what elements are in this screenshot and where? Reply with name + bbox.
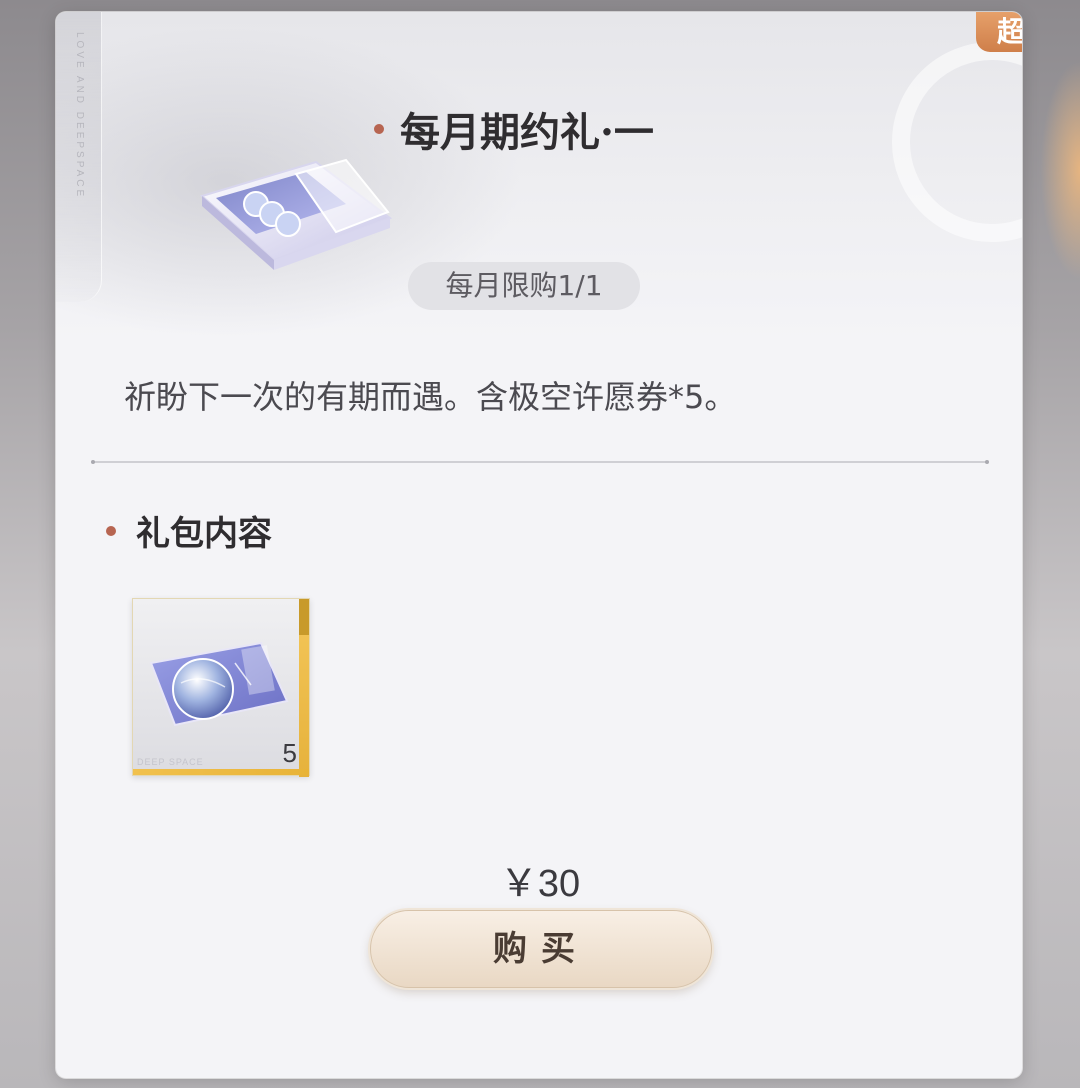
pack-title-row: 每月期约礼·一 [374, 100, 654, 158]
super-value-badge: 超值 [976, 12, 1022, 52]
pack-description: 祈盼下一次的有期而遇。含极空许愿券*5。 [124, 378, 737, 416]
item-card-wish-ticket[interactable]: DEEP SPACE 5 [132, 598, 310, 777]
side-brand-text: LOVE AND DEEPSPACE [74, 32, 85, 200]
rarity-bottom-bar [133, 769, 309, 775]
item-brand-text: DEEP SPACE [137, 757, 204, 767]
price-label: ￥30 [499, 863, 581, 905]
wish-ticket-icon [149, 641, 289, 727]
gift-box-icon [199, 158, 393, 270]
side-strip: LOVE AND DEEPSPACE [56, 12, 102, 302]
title-dot-icon [374, 124, 384, 134]
item-count: 5 [282, 738, 297, 768]
section-divider [91, 460, 989, 464]
contents-heading-row: 礼包内容 [106, 506, 272, 555]
pack-title: 每月期约礼·一 [400, 109, 654, 156]
rarity-tag [299, 599, 309, 635]
background-glow [1040, 60, 1080, 280]
contents-heading: 礼包内容 [136, 514, 272, 554]
buy-button[interactable]: 购买 [370, 910, 712, 988]
purchase-limit-pill: 每月限购1/1 [408, 262, 640, 310]
contents-dot-icon [106, 525, 116, 536]
